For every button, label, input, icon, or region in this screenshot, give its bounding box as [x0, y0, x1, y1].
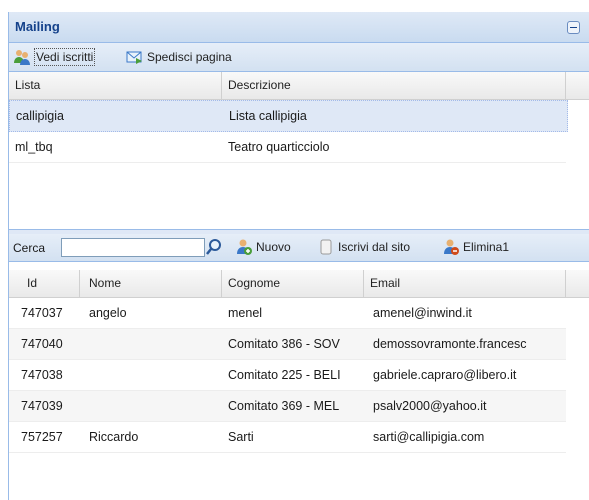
cell-id: 757257 [21, 430, 63, 444]
list-description: Teatro quarticciolo [228, 140, 330, 154]
cell-email: amenel@inwind.it [373, 306, 472, 320]
search-input[interactable] [61, 238, 205, 257]
cell-id: 747038 [21, 368, 63, 382]
cell-nome [80, 360, 222, 390]
search-icon[interactable] [205, 238, 223, 257]
table-row[interactable]: 747039 Comitato 369 - MEL psalv2000@yaho… [9, 391, 566, 422]
column-id[interactable]: Id [9, 270, 80, 297]
cell-cognome: Comitato 369 - MEL [228, 399, 340, 413]
delete-button[interactable]: Elimina1 [442, 237, 509, 257]
cell-id: 747037 [21, 306, 63, 320]
view-subscribers-label: Vedi iscritti [34, 48, 96, 66]
users-icon [13, 48, 31, 66]
subscribe-label: Iscrivi dal sito [338, 240, 411, 254]
collapse-icon[interactable] [567, 21, 580, 34]
table-row[interactable]: 747037 angelo menel amenel@inwind.it [9, 298, 566, 329]
cell-email: demossovramonte.francesc [373, 337, 527, 351]
cell-id: 747039 [21, 399, 63, 413]
cell-id: 747040 [21, 337, 63, 351]
cell-email: gabriele.capraro@libero.it [373, 368, 517, 382]
mailing-panel: Mailing Vedi iscritti Spedisci pagina Li… [8, 12, 589, 500]
new-label: Nuovo [256, 240, 291, 254]
cell-email: sarti@callipigia.com [373, 430, 485, 444]
list-name: callipigia [16, 109, 64, 123]
delete-label: Elimina1 [463, 240, 510, 254]
cell-nome [80, 329, 222, 359]
cell-cognome: Sarti [228, 430, 254, 444]
search-label: Cerca [13, 241, 46, 255]
panel-header: Mailing [9, 12, 589, 43]
lists-toolbar: Vedi iscritti Spedisci pagina [9, 43, 589, 72]
column-nome[interactable]: Nome [80, 270, 222, 297]
subscribers-header: Id Nome Cognome Email [9, 270, 589, 298]
subscribers-toolbar: Cerca Nuovo Iscrivi dal sito Elimina1 [9, 234, 589, 262]
cell-nome: angelo [89, 306, 127, 320]
document-icon [317, 238, 335, 256]
table-row[interactable]: 747040 Comitato 386 - SOV demossovramont… [9, 329, 566, 360]
list-row[interactable]: callipigia Lista callipigia [9, 100, 568, 132]
send-page-label: Spedisci pagina [147, 50, 232, 64]
column-descrizione[interactable]: Descrizione [222, 72, 566, 99]
list-description: Lista callipigia [229, 109, 307, 123]
column-cognome[interactable]: Cognome [222, 270, 364, 297]
cell-cognome: Comitato 386 - SOV [228, 337, 340, 351]
panel-title: Mailing [15, 19, 60, 34]
subscribe-from-site-button[interactable]: Iscrivi dal sito [317, 237, 410, 257]
cell-nome [80, 391, 222, 421]
lists-header: Lista Descrizione [9, 72, 589, 100]
list-row[interactable]: ml_tbq Teatro quarticciolo [9, 132, 566, 163]
table-row[interactable]: 757257 Riccardo Sarti sarti@callipigia.c… [9, 422, 566, 453]
new-subscriber-button[interactable]: Nuovo [235, 237, 291, 257]
cell-cognome: menel [228, 306, 263, 320]
list-name: ml_tbq [15, 140, 53, 154]
send-page-button[interactable]: Spedisci pagina [126, 47, 232, 67]
cell-email: psalv2000@yahoo.it [373, 399, 487, 413]
column-email[interactable]: Email [364, 270, 566, 297]
send-mail-icon [126, 48, 144, 66]
cell-nome: Riccardo [89, 430, 139, 444]
table-row[interactable]: 747038 Comitato 225 - BELI gabriele.capr… [9, 360, 566, 391]
view-subscribers-button[interactable]: Vedi iscritti [13, 47, 96, 67]
column-lista[interactable]: Lista [9, 72, 222, 99]
cell-cognome: Comitato 225 - BELI [228, 368, 341, 382]
add-user-icon [235, 238, 253, 256]
remove-user-icon [442, 238, 460, 256]
